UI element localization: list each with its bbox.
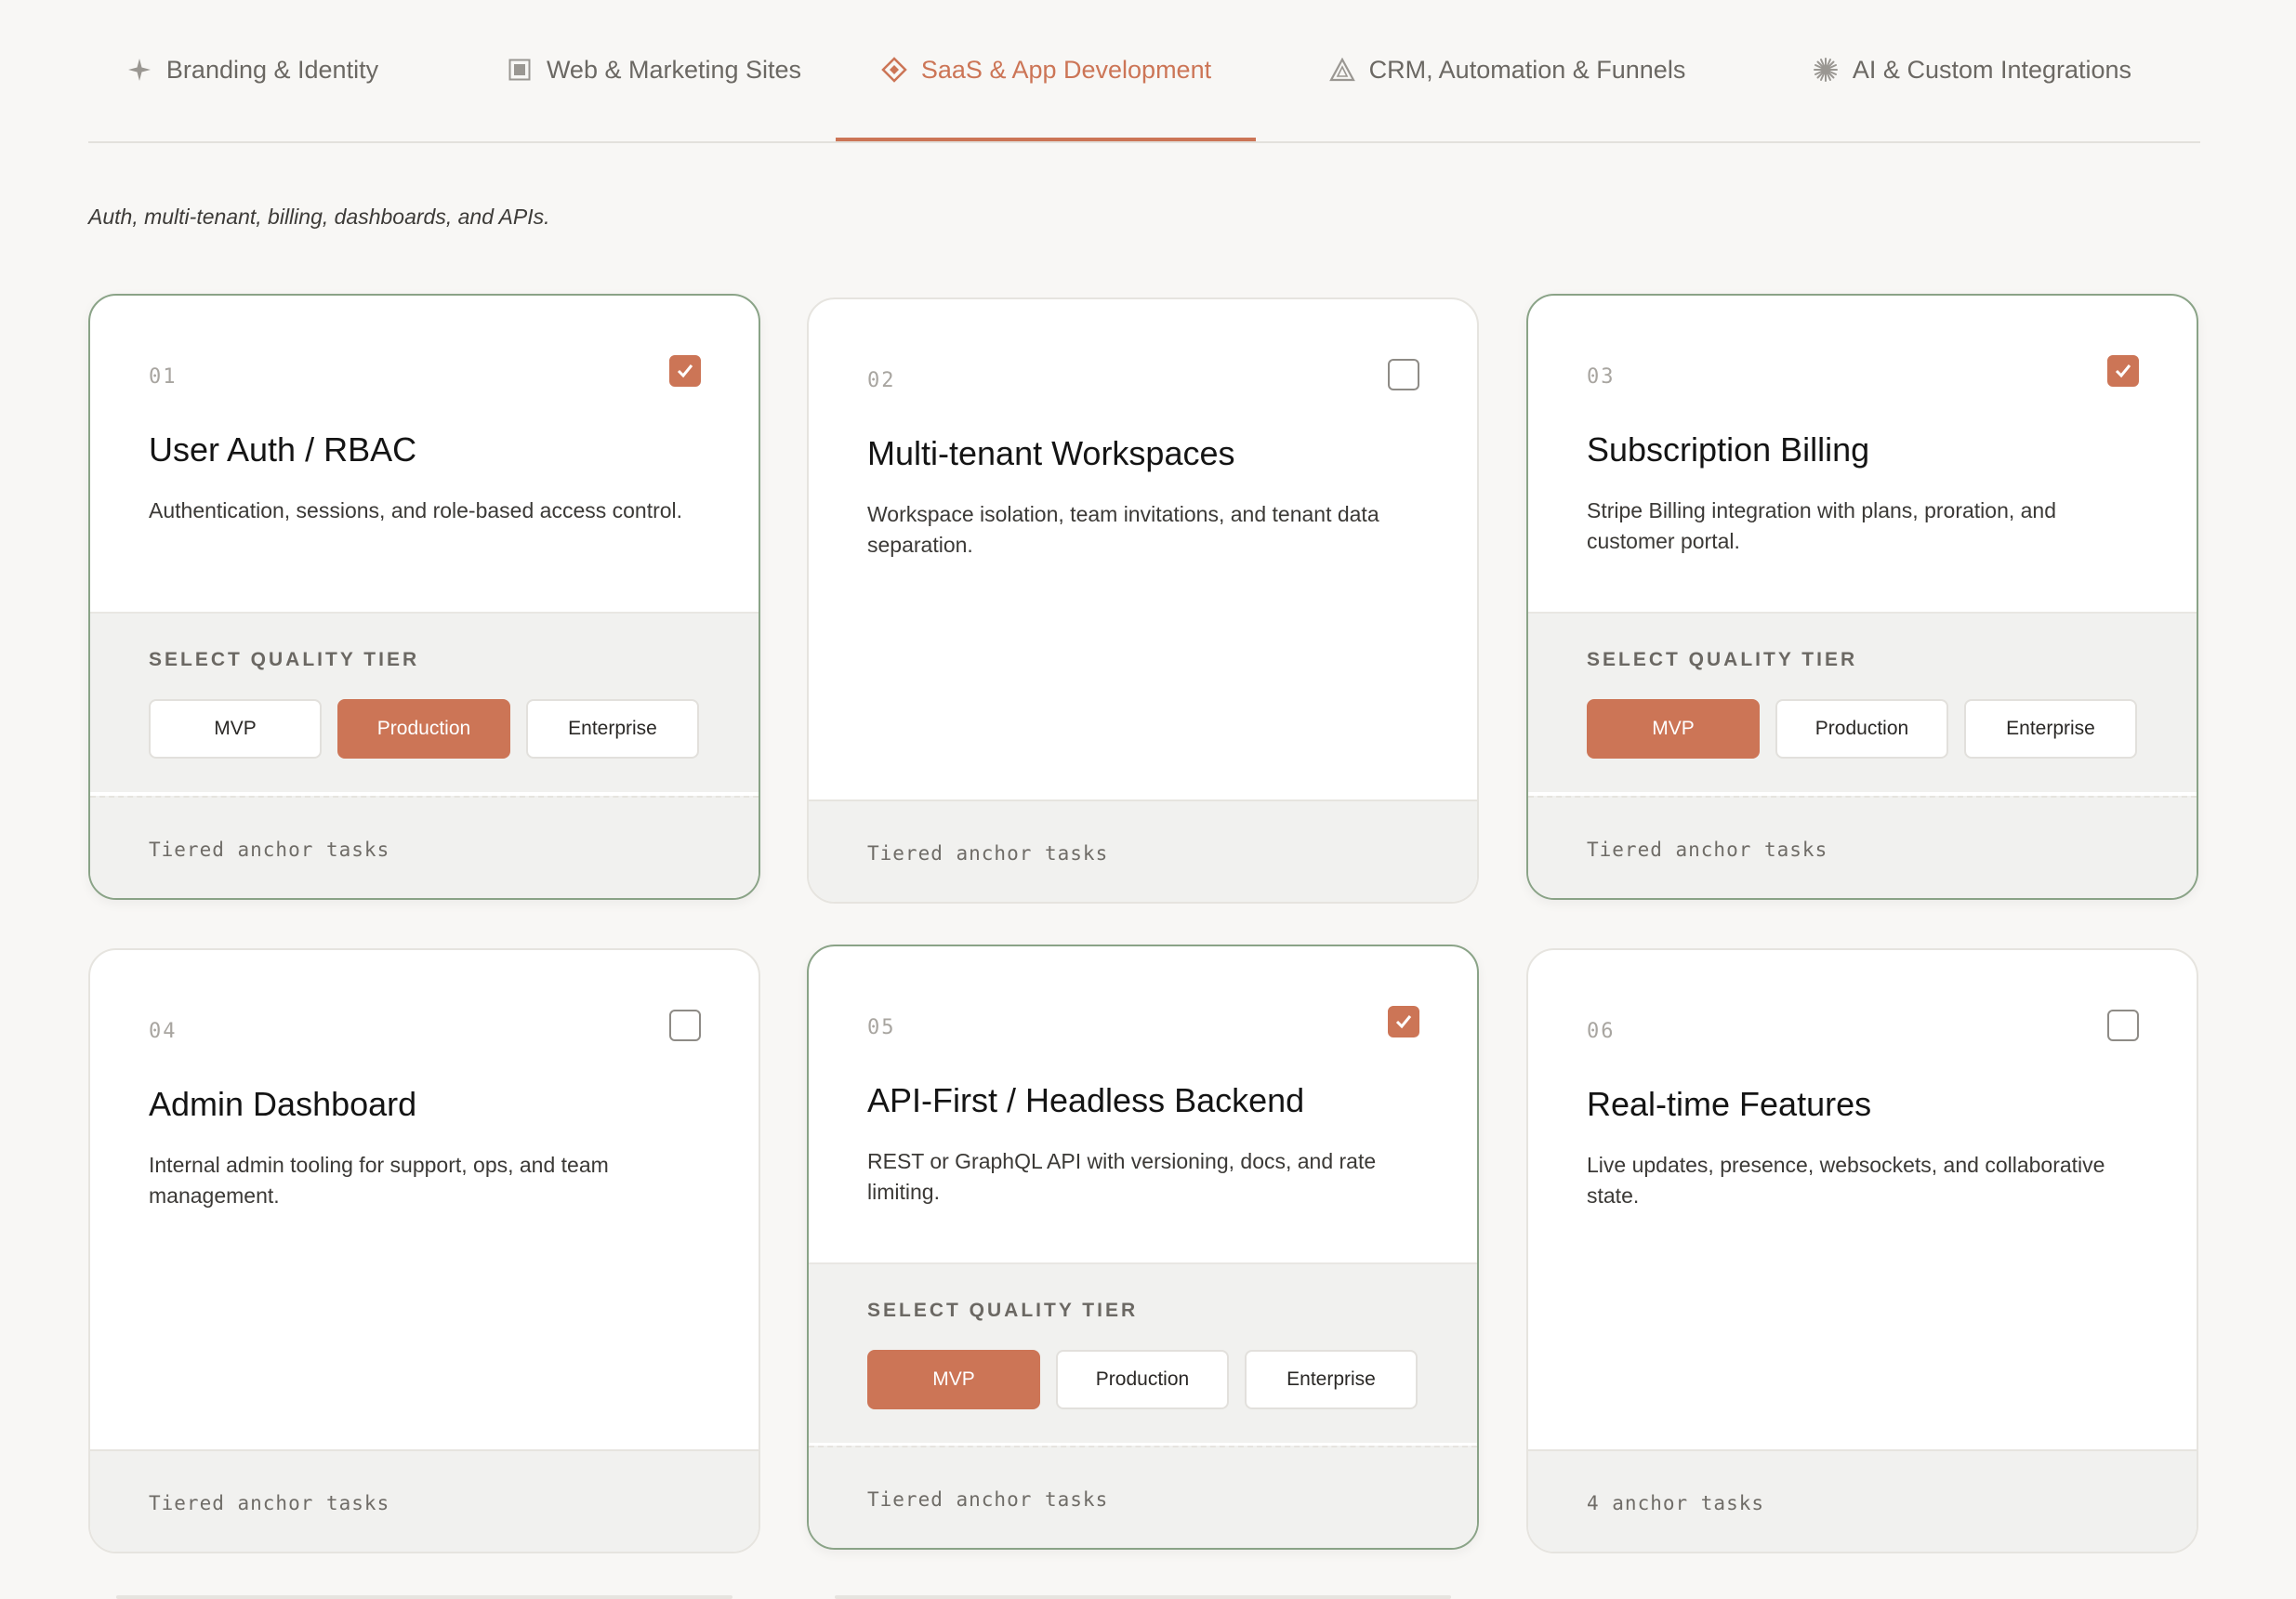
tier-button-mvp[interactable]: MVP bbox=[149, 699, 322, 759]
card-number: 04 bbox=[149, 1020, 178, 1043]
next-card-edge bbox=[835, 1595, 1451, 1599]
card-number: 01 bbox=[149, 365, 178, 389]
anchor-tasks-label: 4 anchor tasks bbox=[1587, 1492, 1765, 1514]
card-title: User Auth / RBAC bbox=[149, 430, 417, 469]
anchor-tasks-label: Tiered anchor tasks bbox=[149, 839, 390, 861]
card-footer: Tiered anchor tasks bbox=[809, 800, 1477, 902]
card-footer: Tiered anchor tasks bbox=[90, 796, 759, 898]
window-icon bbox=[506, 56, 534, 84]
select-checkbox[interactable] bbox=[2107, 1010, 2139, 1041]
tier-button-mvp[interactable]: MVP bbox=[1587, 699, 1760, 759]
service-card-multi-tenant[interactable]: 02 Multi-tenant Workspaces Workspace iso… bbox=[807, 297, 1479, 904]
card-title: API-First / Headless Backend bbox=[867, 1081, 1305, 1119]
service-card-admin-dashboard[interactable]: 04 Admin Dashboard Internal admin toolin… bbox=[88, 948, 760, 1553]
tab-label: Web & Marketing Sites bbox=[546, 55, 802, 84]
tier-button-production[interactable]: Production bbox=[1775, 699, 1948, 759]
card-number: 05 bbox=[867, 1016, 896, 1039]
tier-button-production[interactable]: Production bbox=[1056, 1350, 1229, 1409]
tab-saas-app-development[interactable]: SaaS & App Development bbox=[836, 0, 1256, 141]
card-footer: Tiered anchor tasks bbox=[90, 1449, 759, 1552]
service-card-real-time[interactable]: 06 Real-time Features Live updates, pres… bbox=[1526, 948, 2198, 1553]
category-tabs: Branding & Identity Web & Marketing Site… bbox=[88, 0, 2200, 143]
tier-label: SELECT QUALITY TIER bbox=[149, 649, 420, 670]
card-footer: Tiered anchor tasks bbox=[1528, 796, 2197, 898]
tier-button-production[interactable]: Production bbox=[337, 699, 510, 759]
diamond-icon bbox=[880, 56, 908, 84]
card-description: Internal admin tooling for support, ops,… bbox=[149, 1153, 609, 1208]
card-description: Workspace isolation, team invitations, a… bbox=[867, 502, 1379, 557]
anchor-tasks-label: Tiered anchor tasks bbox=[867, 842, 1109, 865]
starburst-icon bbox=[1812, 56, 1840, 84]
card-number: 03 bbox=[1587, 365, 1616, 389]
anchor-tasks-label: Tiered anchor tasks bbox=[149, 1492, 390, 1514]
sparkle-icon bbox=[125, 56, 153, 84]
card-title: Real-time Features bbox=[1587, 1085, 1872, 1123]
select-checkbox[interactable] bbox=[1388, 1006, 1419, 1037]
triangle-icon bbox=[1328, 56, 1356, 84]
service-card-api-first[interactable]: 05 API-First / Headless Backend REST or … bbox=[807, 945, 1479, 1550]
quality-tier-selector: SELECT QUALITY TIER MVP Production Enter… bbox=[90, 612, 759, 792]
card-footer: Tiered anchor tasks bbox=[809, 1446, 1477, 1548]
tab-web-marketing-sites[interactable]: Web & Marketing Sites bbox=[453, 0, 854, 139]
anchor-tasks-label: Tiered anchor tasks bbox=[867, 1488, 1109, 1511]
tier-label: SELECT QUALITY TIER bbox=[1587, 649, 1858, 670]
card-number: 06 bbox=[1587, 1020, 1616, 1043]
tier-button-enterprise[interactable]: Enterprise bbox=[526, 699, 699, 759]
tier-button-enterprise[interactable]: Enterprise bbox=[1964, 699, 2137, 759]
tab-label: CRM, Automation & Funnels bbox=[1368, 55, 1686, 84]
quality-tier-selector: SELECT QUALITY TIER MVP Production Enter… bbox=[1528, 612, 2197, 792]
tab-branding-identity[interactable]: Branding & Identity bbox=[88, 0, 416, 139]
checkmark-icon bbox=[2115, 364, 2131, 378]
category-description: Auth, multi-tenant, billing, dashboards,… bbox=[88, 205, 550, 229]
select-checkbox[interactable] bbox=[669, 355, 701, 387]
card-title: Subscription Billing bbox=[1587, 430, 1870, 469]
card-description: Authentication, sessions, and role-based… bbox=[149, 498, 683, 522]
quality-tier-selector: SELECT QUALITY TIER MVP Production Enter… bbox=[809, 1262, 1477, 1443]
service-card-user-auth[interactable]: 01 User Auth / RBAC Authentication, sess… bbox=[88, 294, 760, 900]
tier-button-enterprise[interactable]: Enterprise bbox=[1245, 1350, 1418, 1409]
select-checkbox[interactable] bbox=[2107, 355, 2139, 387]
select-checkbox[interactable] bbox=[1388, 359, 1419, 390]
service-card-subscription-billing[interactable]: 03 Subscription Billing Stripe Billing i… bbox=[1526, 294, 2198, 900]
checkmark-icon bbox=[677, 364, 693, 378]
card-title: Admin Dashboard bbox=[149, 1085, 417, 1123]
select-checkbox[interactable] bbox=[669, 1010, 701, 1041]
tier-button-mvp[interactable]: MVP bbox=[867, 1350, 1040, 1409]
tab-label: SaaS & App Development bbox=[920, 55, 1212, 84]
card-number: 02 bbox=[867, 369, 896, 392]
card-description: Live updates, presence, websockets, and … bbox=[1587, 1153, 2105, 1208]
card-description: REST or GraphQL API with versioning, doc… bbox=[867, 1149, 1377, 1204]
anchor-tasks-label: Tiered anchor tasks bbox=[1587, 839, 1828, 861]
card-title: Multi-tenant Workspaces bbox=[867, 434, 1235, 472]
card-description: Stripe Billing integration with plans, p… bbox=[1587, 498, 2057, 553]
tab-label: Branding & Identity bbox=[165, 55, 379, 84]
tab-label: AI & Custom Integrations bbox=[1852, 55, 2132, 84]
tab-crm-automation-funnels[interactable]: CRM, Automation & Funnels bbox=[1293, 0, 1721, 139]
tier-label: SELECT QUALITY TIER bbox=[867, 1300, 1139, 1321]
card-footer: 4 anchor tasks bbox=[1528, 1449, 2197, 1552]
checkmark-icon bbox=[1395, 1015, 1412, 1029]
next-card-edge bbox=[116, 1595, 732, 1599]
tab-ai-custom-integrations[interactable]: AI & Custom Integrations bbox=[1758, 0, 2185, 139]
